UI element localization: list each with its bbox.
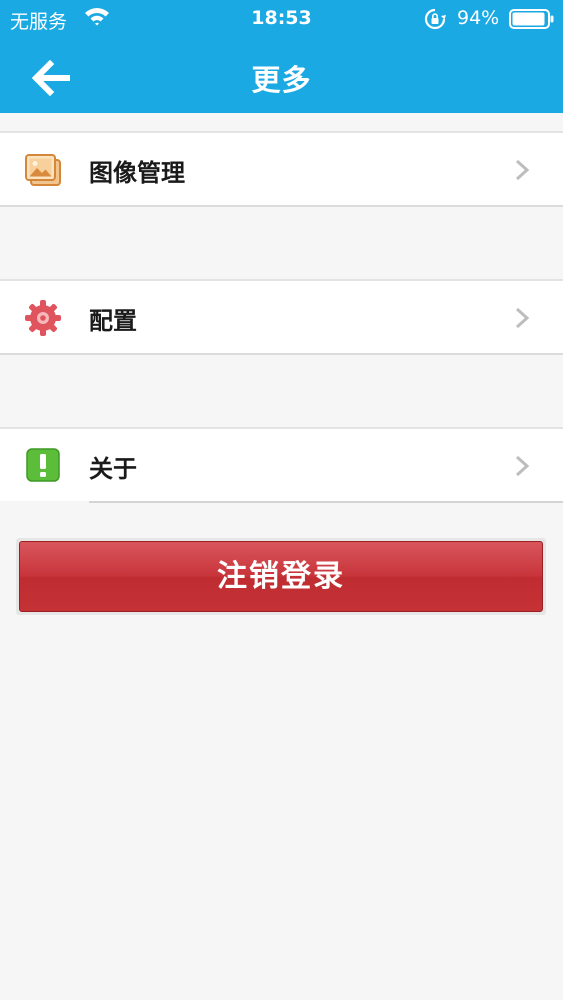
menu-item-configuration[interactable]: 配置	[0, 281, 563, 353]
status-bar: 无服务 18:53 94%	[0, 0, 563, 40]
menu-group-settings: 配置	[0, 279, 563, 355]
battery-percent: 94%	[457, 7, 500, 29]
chevron-right-icon	[514, 159, 530, 181]
image-gallery-icon	[24, 151, 62, 189]
rotation-lock-icon	[424, 8, 446, 35]
top-bar: 无服务 18:53 94% 更多	[0, 0, 563, 113]
logout-button-frame: 注销登录	[16, 538, 546, 615]
gear-icon	[24, 299, 62, 337]
page-title: 更多	[251, 63, 312, 97]
menu-group-images: 图像管理	[0, 131, 563, 207]
logout-button[interactable]: 注销登录	[19, 541, 543, 612]
menu-item-label: 关于	[89, 455, 137, 483]
menu-item-image-management[interactable]: 图像管理	[0, 133, 563, 205]
menu-item-label: 图像管理	[89, 159, 185, 187]
menu-group-about: 关于	[0, 427, 563, 501]
menu-item-about[interactable]: 关于	[0, 429, 563, 501]
menu-item-label: 配置	[89, 307, 137, 335]
chevron-right-icon	[514, 307, 530, 329]
exclamation-icon	[24, 447, 62, 485]
battery-icon	[509, 9, 555, 34]
divider	[89, 501, 563, 503]
chevron-right-icon	[514, 455, 530, 477]
navigation-bar: 更多	[0, 40, 563, 113]
